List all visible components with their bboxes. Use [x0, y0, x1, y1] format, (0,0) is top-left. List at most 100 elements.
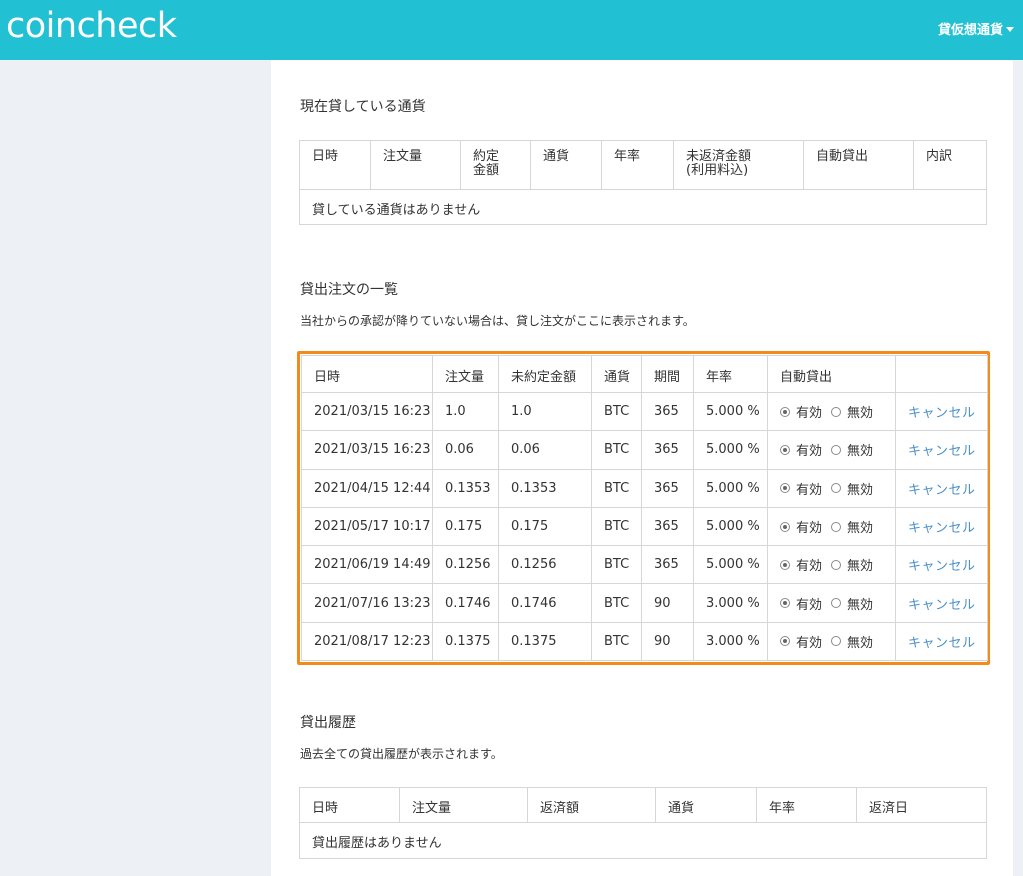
cancel-order-link[interactable]: キャンセル — [908, 559, 976, 574]
auto-lend-off-label[interactable]: 無効 — [847, 479, 873, 498]
order-amount: 0.175 — [432, 506, 499, 547]
auto-lend-radio-group: 有効 無効 — [780, 479, 895, 498]
auto-lend-radio-group: 有効 無効 — [780, 517, 895, 536]
order-unfilled: 0.1353 — [498, 468, 592, 508]
orders-col-rate: 年率 — [693, 355, 768, 393]
auto-lend-radio-group: 有効 無効 — [780, 440, 895, 459]
history-col-rate: 年率 — [756, 787, 857, 823]
cancel-order-link[interactable]: キャンセル — [908, 521, 976, 536]
auto-lend-off-label[interactable]: 無効 — [847, 440, 873, 459]
auto-lend-off-radio[interactable] — [831, 559, 842, 570]
order-rate: 5.000 % — [693, 468, 768, 508]
auto-lend-radio-group: 有効 無効 — [780, 402, 895, 421]
order-datetime: 2021/03/15 16:23 — [301, 430, 433, 470]
cancel-order-link[interactable]: キャンセル — [908, 444, 976, 459]
order-unfilled: 0.1256 — [498, 545, 592, 585]
auto-lend-off-label[interactable]: 無効 — [847, 555, 873, 574]
order-row: 2021/04/15 12:44 0.1353 0.1353 BTC 365 5.000 … — [301, 468, 988, 508]
orders-table-header: 日時 注文量 未約定金額 通貨 期間 年率 自動貸出 — [301, 355, 988, 393]
lent-col-filled: 約定 金額 — [460, 140, 531, 190]
lent-col-rate: 年率 — [601, 140, 674, 190]
order-rate: 3.000 % — [693, 583, 768, 623]
auto-lend-on-label[interactable]: 有効 — [796, 555, 822, 574]
order-auto-lend: 有効 無効 — [767, 430, 896, 470]
coincheck-logo[interactable]: coincheck — [6, 6, 177, 46]
auto-lend-on-radio[interactable] — [780, 444, 790, 455]
order-unfilled: 0.1375 — [498, 621, 592, 662]
auto-lend-radio-group: 有効 無効 — [780, 594, 895, 613]
lending-menu-dropdown[interactable]: 貸仮想通貨 — [938, 19, 1014, 38]
cancel-order-link[interactable]: キャンセル — [908, 598, 976, 613]
auto-lend-on-label[interactable]: 有効 — [796, 594, 822, 613]
history-empty-row: 貸出履歴はありません — [299, 822, 987, 859]
history-table-header: 日時 注文量 返済額 通貨 年率 返済日 — [299, 787, 987, 823]
lent-col-datetime: 日時 — [299, 140, 371, 190]
auto-lend-off-label[interactable]: 無効 — [847, 594, 873, 613]
order-datetime: 2021/07/16 13:23 — [301, 583, 433, 623]
auto-lend-off-label[interactable]: 無効 — [847, 632, 873, 651]
order-rate: 5.000 % — [693, 506, 768, 547]
auto-lend-off-label[interactable]: 無効 — [847, 517, 873, 536]
order-datetime: 2021/05/17 10:17 — [301, 506, 433, 547]
order-action: キャンセル — [895, 545, 988, 585]
orders-table-body: 2021/03/15 16:23 1.0 1.0 BTC 365 5.000 % 有効 無効キ… — [301, 391, 988, 662]
order-datetime: 2021/06/19 14:49 — [301, 545, 433, 585]
cancel-order-link[interactable]: キャンセル — [908, 406, 976, 421]
cancel-order-link[interactable]: キャンセル — [908, 483, 976, 498]
order-auto-lend: 有効 無効 — [767, 391, 896, 432]
order-currency: BTC — [591, 391, 642, 432]
auto-lend-on-label[interactable]: 有効 — [796, 402, 822, 421]
lent-col-detail: 内訳 — [913, 140, 987, 190]
auto-lend-on-radio[interactable] — [780, 598, 790, 609]
auto-lend-on-radio[interactable] — [780, 406, 790, 417]
order-period: 365 — [641, 506, 694, 547]
history-table: 日時 注文量 返済額 通貨 年率 返済日 貸出履歴はありません — [299, 787, 987, 859]
order-rate: 3.000 % — [693, 621, 768, 662]
order-unfilled: 0.1746 — [498, 583, 592, 623]
auto-lend-off-radio[interactable] — [831, 521, 842, 532]
order-action: キャンセル — [895, 468, 988, 508]
order-row: 2021/03/15 16:23 1.0 1.0 BTC 365 5.000 % 有効 無効キ… — [301, 391, 988, 432]
cancel-order-link[interactable]: キャンセル — [908, 636, 976, 651]
history-section-title: 貸出履歴 — [300, 715, 356, 731]
auto-lend-on-radio[interactable] — [780, 483, 790, 494]
lent-table-header: 日時 注文量 約定 金額 通貨 年率 未返済金額 (利用料込) 自動貸出 内訳 — [299, 140, 987, 190]
order-auto-lend: 有効 無効 — [767, 468, 896, 508]
orders-section-title: 貸出注文の一覧 — [300, 282, 398, 298]
order-rate: 5.000 % — [693, 545, 768, 585]
auto-lend-on-label[interactable]: 有効 — [796, 479, 822, 498]
order-action: キャンセル — [895, 391, 988, 432]
auto-lend-off-radio[interactable] — [831, 406, 842, 417]
order-period: 365 — [641, 545, 694, 585]
auto-lend-on-label[interactable]: 有効 — [796, 517, 822, 536]
order-datetime: 2021/03/15 16:23 — [301, 391, 433, 432]
lent-table: 日時 注文量 約定 金額 通貨 年率 未返済金額 (利用料込) 自動貸出 内訳 … — [299, 140, 987, 225]
order-action: キャンセル — [895, 430, 988, 470]
history-col-amount: 注文量 — [399, 787, 528, 823]
auto-lend-off-radio[interactable] — [831, 636, 842, 647]
auto-lend-on-radio[interactable] — [780, 521, 790, 532]
order-unfilled: 0.06 — [498, 430, 592, 470]
order-action: キャンセル — [895, 621, 988, 662]
order-period: 365 — [641, 468, 694, 508]
auto-lend-on-radio[interactable] — [780, 559, 790, 570]
auto-lend-off-radio[interactable] — [831, 483, 842, 494]
order-amount: 0.1375 — [432, 621, 499, 662]
order-currency: BTC — [591, 468, 642, 508]
order-currency: BTC — [591, 621, 642, 662]
order-unfilled: 0.175 — [498, 506, 592, 547]
order-amount: 0.06 — [432, 430, 499, 470]
orders-col-auto: 自動貸出 — [767, 355, 896, 393]
order-action: キャンセル — [895, 506, 988, 547]
order-action: キャンセル — [895, 583, 988, 623]
auto-lend-on-label[interactable]: 有効 — [796, 440, 822, 459]
order-unfilled: 1.0 — [498, 391, 592, 432]
auto-lend-on-label[interactable]: 有効 — [796, 632, 822, 651]
orders-col-currency: 通貨 — [591, 355, 642, 393]
auto-lend-off-label[interactable]: 無効 — [847, 402, 873, 421]
order-row: 2021/06/19 14:49 0.1256 0.1256 BTC 365 5.000 … — [301, 545, 988, 585]
auto-lend-off-radio[interactable] — [831, 444, 842, 455]
auto-lend-on-radio[interactable] — [780, 636, 790, 647]
auto-lend-off-radio[interactable] — [831, 598, 842, 609]
order-currency: BTC — [591, 545, 642, 585]
